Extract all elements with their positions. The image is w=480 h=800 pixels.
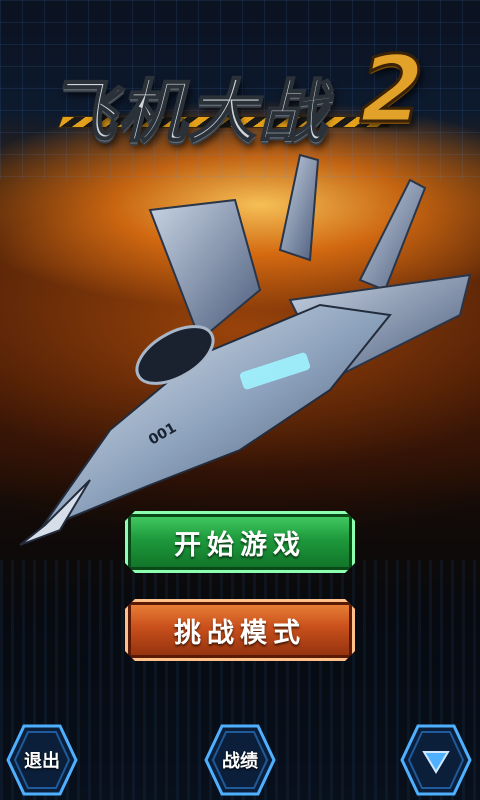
- chevron-down-icon: [422, 751, 450, 774]
- fighter-jet-image: 001: [19, 153, 472, 546]
- records-button-label: 战绩: [222, 751, 258, 772]
- challenge-mode-button[interactable]: 挑战模式: [125, 599, 355, 661]
- jet-tail-fin-left: [278, 153, 320, 262]
- logo-number: 2: [358, 35, 425, 145]
- more-button[interactable]: [398, 722, 474, 798]
- jet-fuselage: [37, 303, 392, 533]
- exit-button-label: 退出: [24, 751, 60, 772]
- records-button[interactable]: 战绩: [202, 722, 278, 798]
- jet-tail-fin-right: [358, 178, 427, 292]
- start-game-button[interactable]: 开始游戏: [125, 511, 355, 573]
- exit-button[interactable]: 退出: [4, 722, 80, 798]
- game-logo: 飞机大战 2: [0, 30, 480, 154]
- jet-wing-left: [148, 198, 262, 342]
